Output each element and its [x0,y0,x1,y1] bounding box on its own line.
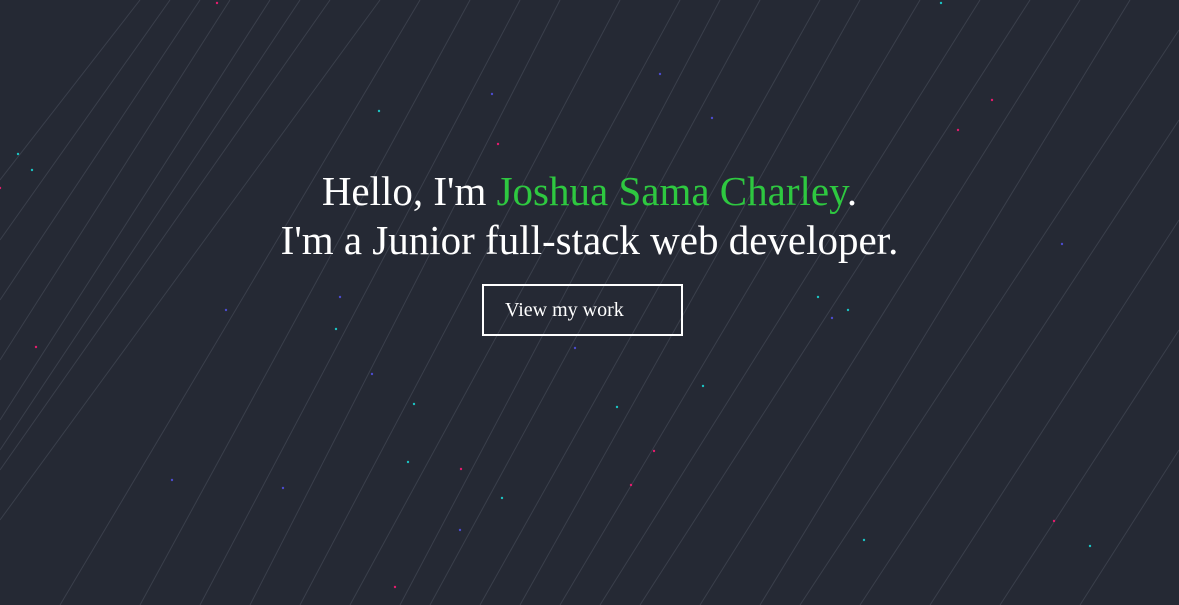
developer-name: Joshua Sama Charley [496,168,847,214]
background-streak [0,0,141,181]
background-particle [629,483,633,487]
background-particle [990,98,994,102]
background-particle [500,496,504,500]
background-particle [215,1,219,5]
background-particle [34,345,38,349]
background-particle [496,142,500,146]
background-particle [370,372,374,376]
background-particle [830,316,834,320]
tagline: I'm a Junior full-stack web developer. [280,217,899,263]
background-streak [759,0,1131,605]
background-streak [999,329,1179,605]
background-particle [701,384,705,388]
background-particle [224,308,228,312]
background-particle [862,538,866,542]
background-streak [1079,449,1179,605]
background-streak [929,219,1179,605]
background-streak [799,29,1179,605]
background-particle [710,116,714,120]
hero-heading: Hello, I'm Joshua Sama Charley. I'm a Ju… [0,167,1179,265]
background-particle [1088,544,1092,548]
greeting-suffix: . [846,168,858,214]
background-streak [139,0,471,605]
background-particle [334,327,338,331]
background-particle [652,449,656,453]
background-particle [459,467,463,471]
background-particle [393,585,397,589]
background-particle [816,295,820,299]
background-particle [458,528,462,532]
background-particle [406,460,410,464]
view-my-work-button[interactable]: View my work [482,284,683,336]
background-particle [573,346,577,350]
background-streak [199,0,521,605]
background-particle [615,405,619,409]
background-particle [956,128,960,132]
background-particle [338,295,342,299]
background-particle [1052,519,1056,523]
background-particle [170,478,174,482]
background-particle [412,402,416,406]
background-particle [281,486,285,490]
background-particle [939,1,943,5]
greeting-prefix: Hello, I'm [321,168,497,214]
greeting-line: Hello, I'm Joshua Sama Charley. [0,167,1179,216]
background-particle [658,72,662,76]
background-streak [699,0,1081,605]
hero-section: Hello, I'm Joshua Sama Charley. I'm a Ju… [0,0,1179,605]
background-particle [846,308,850,312]
background-particle [16,152,20,156]
background-particle [490,92,494,96]
background-streak [639,0,1031,605]
view-my-work-label: View my work [505,299,624,321]
background-particle [377,109,381,113]
